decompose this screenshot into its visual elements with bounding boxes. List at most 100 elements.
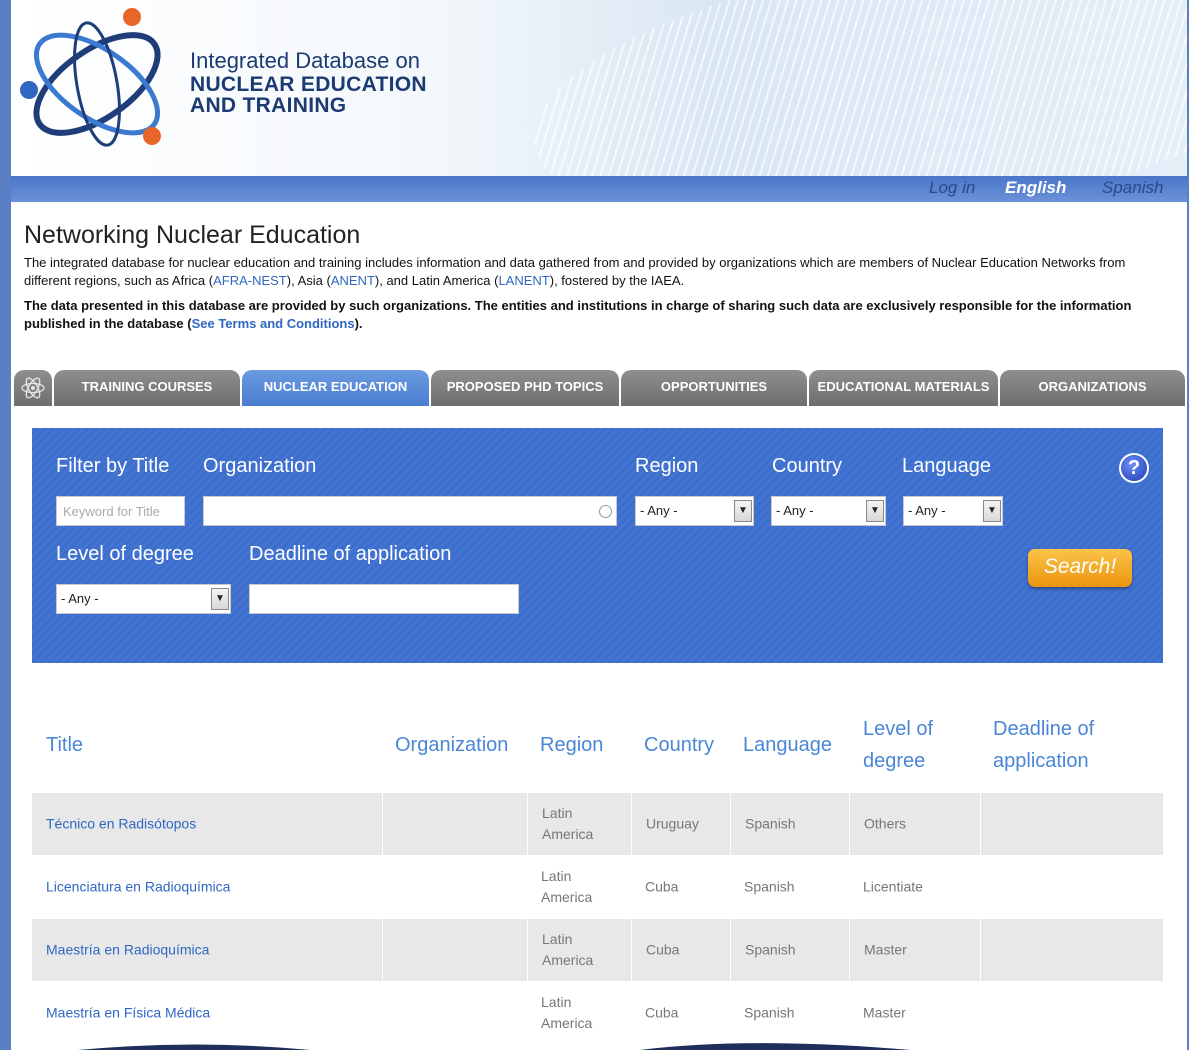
title-keyword-input[interactable] <box>56 496 185 526</box>
cell-title: Técnico en Radisótopos <box>32 793 382 855</box>
region-line1: Latin <box>541 868 572 884</box>
site-title-line1: Integrated Database on <box>190 48 420 73</box>
site-title: Integrated Database on NUCLEAR EDUCATION… <box>190 48 427 116</box>
language-value: Spanish <box>744 878 795 895</box>
region-select-value: - Any - <box>640 503 678 518</box>
cell-language: Spanish <box>730 919 849 981</box>
top-navbar: Log in English Spanish <box>11 176 1187 202</box>
language-english-link[interactable]: English <box>1005 178 1066 198</box>
column-header-deadline[interactable]: Deadline of application <box>993 713 1094 777</box>
results-table-header: Title Organization Region Country Langua… <box>32 708 1163 792</box>
header-level-line1: Level of <box>863 718 934 740</box>
header-decoration <box>516 0 1187 176</box>
atom-logo-icon[interactable] <box>15 4 185 154</box>
country-label: Country <box>772 455 843 477</box>
filter-title-label: Filter by Title <box>56 455 170 477</box>
intro-text-3: ), and Latin America ( <box>374 273 499 288</box>
level-of-degree-select[interactable]: - Any - ▼ <box>56 584 231 614</box>
language-label: Language <box>902 455 991 477</box>
cell-country: Uruguay <box>631 793 730 855</box>
level-value: Master <box>863 1004 906 1021</box>
header-deadline-line2: application <box>993 750 1089 772</box>
search-button[interactable]: Search! <box>1028 549 1132 587</box>
level-value: Others <box>864 815 907 832</box>
afra-nest-link[interactable]: AFRA-NEST <box>213 273 287 288</box>
column-header-region[interactable]: Region <box>540 729 603 761</box>
language-value: Spanish <box>744 1004 795 1021</box>
tab-training-courses[interactable]: TRAINING COURSES <box>54 370 240 406</box>
site-title-line3: AND TRAINING <box>190 94 347 117</box>
cell-organization <box>382 919 527 981</box>
country-select[interactable]: - Any - ▼ <box>771 496 886 526</box>
chevron-down-icon: ▼ <box>734 500 752 522</box>
deadline-input[interactable] <box>249 584 519 614</box>
level-value: Licentiate <box>863 878 923 895</box>
filter-panel: Filter by Title Organization Region Coun… <box>32 428 1163 663</box>
page-fold-decoration <box>77 1043 911 1050</box>
anent-link[interactable]: ANENT <box>331 273 375 288</box>
column-header-level-of-degree[interactable]: Level of degree <box>863 713 933 777</box>
header-deadline-line1: Deadline of <box>993 718 1095 740</box>
disclaimer-paragraph: The data presented in this database are … <box>24 297 1164 333</box>
country-value: Cuba <box>645 1004 679 1021</box>
cell-title: Maestría en Radioquímica <box>32 919 382 981</box>
tab-opportunities[interactable]: OPPORTUNITIES <box>621 370 807 406</box>
region-line1: Latin <box>542 931 573 947</box>
country-select-value: - Any - <box>776 503 814 518</box>
cell-organization <box>382 856 527 918</box>
header-level-line2: degree <box>863 750 926 772</box>
cell-level: Master <box>849 919 980 981</box>
tab-educational-materials[interactable]: EDUCATIONAL MATERIALS <box>809 370 998 406</box>
site-title-line2: NUCLEAR EDUCATION <box>190 73 427 96</box>
column-header-title[interactable]: Title <box>46 729 83 761</box>
deadline-label: Deadline of application <box>249 543 452 565</box>
level-of-degree-label: Level of degree <box>56 543 194 565</box>
cell-region: Latin America <box>527 793 631 855</box>
autocomplete-throbber-icon <box>599 505 612 518</box>
cell-organization <box>382 793 527 855</box>
degree-select-value: - Any - <box>61 591 99 606</box>
help-icon[interactable]: ? <box>1119 453 1149 483</box>
lanent-link[interactable]: LANENT <box>498 273 549 288</box>
language-select-value: - Any - <box>908 503 946 518</box>
course-title-link[interactable]: Maestría en Radioquímica <box>46 942 209 958</box>
column-header-organization[interactable]: Organization <box>395 729 508 761</box>
tab-nuclear-education[interactable]: NUCLEAR EDUCATION <box>242 370 429 406</box>
course-title-link[interactable]: Licenciatura en Radioquímica <box>46 879 230 895</box>
language-value: Spanish <box>745 815 796 832</box>
region-line2: America <box>542 826 594 842</box>
cell-region: Latin America <box>527 919 631 981</box>
country-value: Cuba <box>646 941 680 958</box>
main-tabs: TRAINING COURSES NUCLEAR EDUCATION PROPO… <box>11 370 1187 406</box>
region-line1: Latin <box>542 805 573 821</box>
column-header-language[interactable]: Language <box>743 729 832 761</box>
language-spanish-link[interactable]: Spanish <box>1102 178 1163 198</box>
tab-organizations[interactable]: ORGANIZATIONS <box>1000 370 1185 406</box>
disclaimer-end: ). <box>354 316 363 331</box>
cell-language: Spanish <box>730 793 849 855</box>
tab-home[interactable] <box>14 370 52 406</box>
course-title-link[interactable]: Técnico en Radisótopos <box>46 816 196 832</box>
tab-proposed-phd-topics[interactable]: PROPOSED PHD TOPICS <box>431 370 619 406</box>
chevron-down-icon: ▼ <box>866 500 884 522</box>
login-link[interactable]: Log in <box>929 178 975 198</box>
page-title: Networking Nuclear Education <box>24 221 361 249</box>
cell-region: Latin America <box>527 856 631 918</box>
region-select[interactable]: - Any - ▼ <box>635 496 754 526</box>
cell-deadline <box>980 856 1163 918</box>
language-select[interactable]: - Any - ▼ <box>903 496 1003 526</box>
cell-deadline <box>980 793 1163 855</box>
terms-link[interactable]: See Terms and Conditions <box>192 316 355 331</box>
cell-title: Licenciatura en Radioquímica <box>32 856 382 918</box>
region-label: Region <box>635 455 699 477</box>
region-line2: America <box>541 889 593 905</box>
country-value: Uruguay <box>646 815 699 832</box>
cell-level: Others <box>849 793 980 855</box>
atom-icon <box>21 377 45 399</box>
column-header-country[interactable]: Country <box>644 729 714 761</box>
organization-input[interactable] <box>203 496 617 526</box>
site-header: Integrated Database on NUCLEAR EDUCATION… <box>11 0 1187 176</box>
page-frame: Integrated Database on NUCLEAR EDUCATION… <box>11 0 1187 1050</box>
table-row: Técnico en Radisótopos Latin America Urug… <box>32 793 1163 855</box>
course-title-link[interactable]: Maestría en Física Médica <box>46 1005 210 1021</box>
